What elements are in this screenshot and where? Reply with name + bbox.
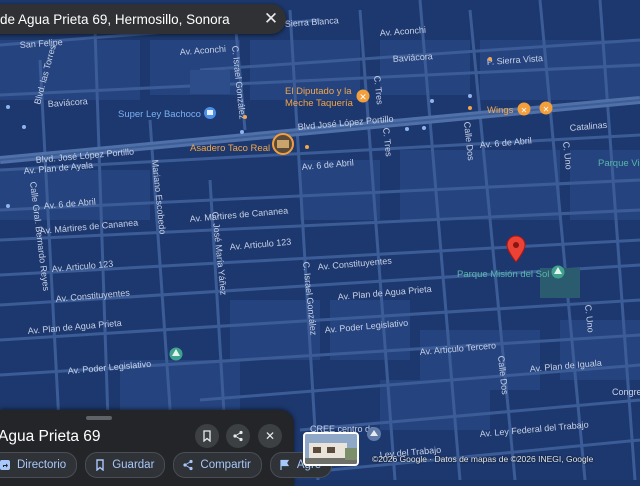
poi-label: El Diputado y la bbox=[285, 86, 352, 97]
poi-label: Super Ley Bachoco bbox=[118, 109, 201, 120]
close-icon: ✕ bbox=[264, 429, 276, 443]
search-query[interactable]: de Agua Prieta 69, Hermosillo, Sonora bbox=[0, 12, 256, 27]
directions-icon bbox=[0, 460, 10, 470]
restaurant-icon: ✕ bbox=[359, 92, 367, 102]
share-button[interactable]: Compartir bbox=[173, 452, 262, 478]
action-row: Directorio Guardar Compartir Agre bbox=[0, 452, 333, 478]
share-label: Compartir bbox=[200, 459, 251, 471]
flag-icon bbox=[280, 459, 289, 470]
search-bar[interactable]: de Agua Prieta 69, Hermosillo, Sonora ✕ bbox=[0, 4, 286, 34]
poi-label: Asadero Taco Real bbox=[190, 143, 270, 154]
bookmark-icon bbox=[96, 459, 104, 471]
place-title: Agua Prieta 69 bbox=[0, 428, 101, 445]
bookmark-button[interactable] bbox=[195, 424, 219, 448]
poi-cree[interactable] bbox=[367, 427, 381, 441]
street-label: Congre bbox=[612, 387, 640, 397]
save-label: Guardar bbox=[112, 459, 155, 471]
share-icon bbox=[183, 459, 194, 471]
map-attribution: ©2026 Google · Datos de mapas de ©2026 I… bbox=[372, 454, 594, 464]
close-search-button[interactable]: ✕ bbox=[256, 4, 286, 34]
close-place-button[interactable]: ✕ bbox=[258, 424, 282, 448]
restaurant-icon: ✕ bbox=[543, 105, 550, 114]
street-view-thumbnail[interactable] bbox=[303, 432, 359, 466]
poi-park-left[interactable] bbox=[169, 347, 183, 361]
share-icon-button[interactable] bbox=[226, 424, 250, 448]
poi-label: Meche Taquería bbox=[285, 98, 354, 109]
poi-label: Wings bbox=[487, 105, 514, 116]
directions-label: Directorio bbox=[17, 459, 67, 471]
restaurant-photo-icon bbox=[277, 140, 289, 148]
directions-button[interactable]: Directorio bbox=[0, 452, 78, 478]
poi-label: Parque Vic bbox=[598, 158, 640, 169]
poi-label: Parque Misión del Sol bbox=[457, 269, 549, 280]
shopping-cart-icon bbox=[207, 110, 213, 115]
share-icon bbox=[233, 430, 243, 442]
drag-handle[interactable] bbox=[86, 416, 112, 420]
house-photo bbox=[305, 434, 357, 464]
bookmark-icon bbox=[203, 430, 211, 442]
map-canvas[interactable]: Sierra Blanca San Felipe Av. Aconchi Av.… bbox=[0, 0, 640, 480]
save-button[interactable]: Guardar bbox=[85, 452, 166, 478]
restaurant-icon: ✕ bbox=[521, 106, 528, 115]
place-sheet[interactable]: Agua Prieta 69 ✕ Directorio Guardar Comp… bbox=[0, 410, 333, 486]
close-icon: ✕ bbox=[263, 9, 279, 28]
poi-parque-vic[interactable]: Parque Vic bbox=[598, 158, 640, 169]
